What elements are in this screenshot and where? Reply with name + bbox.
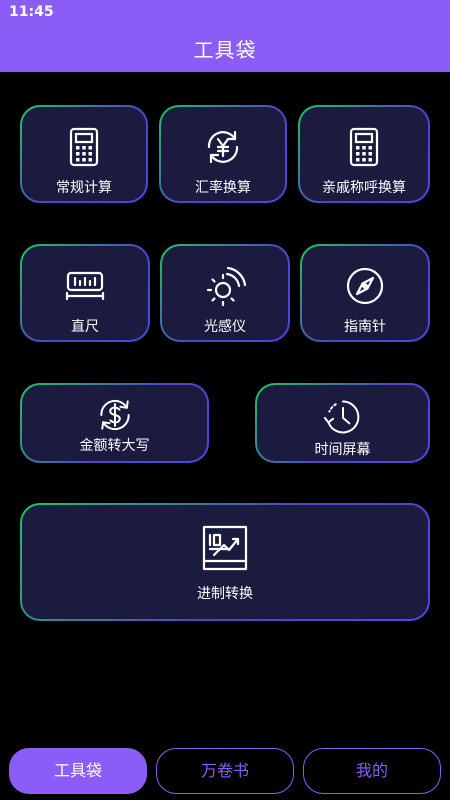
dollar-refresh-icon: [95, 395, 135, 435]
tool-label: 时间屏幕: [314, 442, 371, 458]
clock-history-icon: [323, 397, 363, 437]
tool-card-compass[interactable]: 指南针: [300, 244, 430, 342]
tool-label: 金额转大写: [79, 438, 150, 454]
compass-icon: [343, 264, 387, 308]
app-screen: 11:45 工具袋 常规计算 汇率换算 亲戚称呼换算 直尺 光感仪 指南针 金额…: [0, 0, 450, 800]
status-time: 11:45: [9, 4, 54, 20]
tool-card-time-screen[interactable]: 时间屏幕: [255, 383, 430, 463]
tool-label: 常规计算: [56, 180, 112, 196]
tool-card-light-sensor[interactable]: 光感仪: [160, 244, 290, 342]
tool-label: 汇率换算: [195, 180, 251, 196]
light-sensor-icon: [203, 264, 247, 308]
tool-card-exchange-rate[interactable]: 汇率换算: [159, 105, 287, 203]
tool-label: 光感仪: [204, 319, 246, 335]
tab-library[interactable]: 万卷书: [156, 748, 294, 794]
tool-card-ruler[interactable]: 直尺: [20, 244, 150, 342]
tool-card-amount-uppercase[interactable]: 金额转大写: [20, 383, 209, 463]
base-convert-icon: [200, 523, 250, 573]
app-header: 11:45 工具袋: [0, 0, 450, 72]
tool-label: 进制转换: [197, 586, 253, 602]
tool-card-relative-title[interactable]: 亲戚称呼换算: [298, 105, 430, 203]
tool-label: 指南针: [344, 319, 386, 335]
tool-card-regular-calculator[interactable]: 常规计算: [20, 105, 148, 203]
tab-toolbag[interactable]: 工具袋: [9, 748, 147, 794]
calculator-icon: [62, 125, 106, 169]
calculator-icon: [342, 125, 386, 169]
page-title: 工具袋: [193, 38, 257, 62]
currency-exchange-icon: [201, 125, 245, 169]
tool-card-base-conversion[interactable]: 进制转换: [20, 503, 430, 621]
tab-mine[interactable]: 我的: [303, 748, 441, 794]
tool-label: 亲戚称呼换算: [322, 180, 406, 196]
ruler-icon: [63, 264, 107, 308]
tool-label: 直尺: [71, 319, 99, 335]
